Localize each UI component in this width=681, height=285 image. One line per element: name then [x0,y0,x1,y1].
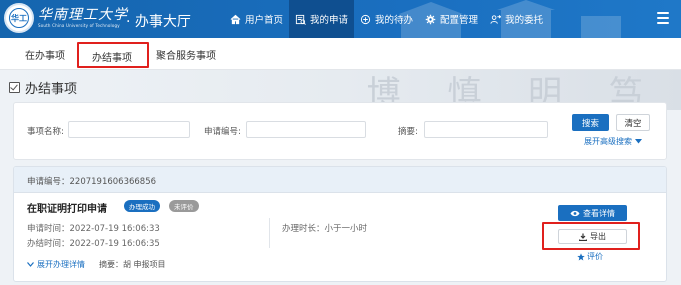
section-header: 办结事项 [9,78,77,97]
nav-item-my-delegation[interactable]: 我的委托 [484,0,549,38]
download-icon [579,233,587,241]
item-name-label: 事项名称: [27,127,64,137]
nav-label: 我的申请 [310,15,349,26]
summary-input[interactable] [424,121,548,138]
university-name-cn: 华南理工大学 [38,7,128,23]
view-details-button[interactable]: 查看详情 [558,205,627,221]
nav-item-my-applications[interactable]: 我的申请 [289,0,355,38]
finish-time: 办结时间：2022-07-19 16:06:35 [27,239,160,249]
home-icon [230,14,241,24]
tab-aggregated-services[interactable]: 聚合服务事项 [156,38,216,70]
export-button[interactable]: 导出 [558,229,627,244]
item-name-input[interactable] [68,121,190,138]
rating-status-badge: 未评价 [169,200,199,212]
university-name-en: South China University of Technology [38,23,120,28]
result-card-header: 申请编号：2207191606366856 [14,167,666,193]
nav-item-home[interactable]: 用户首页 [224,0,289,38]
nav-label: 配置管理 [440,15,479,26]
summary-label: 摘要: [398,127,418,137]
clear-button[interactable]: 清空 [616,114,650,131]
view-details-label: 查看详情 [583,208,615,218]
tab-completed-label: 办结事项 [92,53,132,64]
main-nav: 用户首页 我的申请 我的待办 配置管理 我的委托 [224,0,549,38]
apply-time: 申请时间：2022-07-19 16:06:33 [27,224,160,234]
chevron-down-icon [27,262,34,267]
settings-icon [425,14,436,24]
hamburger-icon[interactable] [657,12,669,24]
rate-link[interactable]: 评价 [577,251,603,262]
checkbox-icon [9,82,20,93]
nav-label: 用户首页 [245,15,284,26]
university-seal-icon: 华工 [4,3,34,33]
caret-down-icon [635,139,642,144]
item-title[interactable]: 在职证明打印申请 [27,200,107,215]
search-button[interactable]: 搜索 [572,114,609,131]
top-header: 华工 华南理工大学 South China University of Tech… [0,0,681,38]
result-summary: 摘要：胡 申报项目 [99,260,166,269]
apply-icon [295,14,306,25]
divider [269,218,270,248]
app-title: · 办事大厅 [126,14,191,30]
advanced-search-link[interactable]: 展开高级搜索 [584,136,642,147]
apply-no-input[interactable] [246,121,366,138]
tab-completed[interactable]: 办结事项 [77,42,149,68]
tab-in-progress[interactable]: 在办事项 [25,38,65,70]
delegate-icon [490,14,502,24]
expand-details-label: 展开办理详情 [37,260,85,269]
export-label: 导出 [590,232,606,241]
apply-no-label: 申请编号: [204,127,241,137]
todo-icon [360,14,371,24]
processing-duration: 办理时长：小于一小时 [282,224,368,234]
nav-item-config-management[interactable]: 配置管理 [419,0,484,38]
apply-number: 申请编号：2207191606366856 [27,177,157,187]
section-title: 办结事项 [25,82,78,97]
status-badge: 办理成功 [124,200,160,212]
expand-details-link[interactable]: 展开办理详情 [27,259,85,270]
nav-label: 我的委托 [505,15,544,26]
advanced-search-label: 展开高级搜索 [584,137,632,146]
eye-icon [570,210,580,216]
university-logo[interactable]: 华工 华南理工大学 South China University of Tech… [4,3,128,33]
star-icon [577,252,585,260]
rate-label: 评价 [587,252,603,261]
nav-label: 我的待办 [375,15,414,26]
nav-item-my-todo[interactable]: 我的待办 [354,0,419,38]
